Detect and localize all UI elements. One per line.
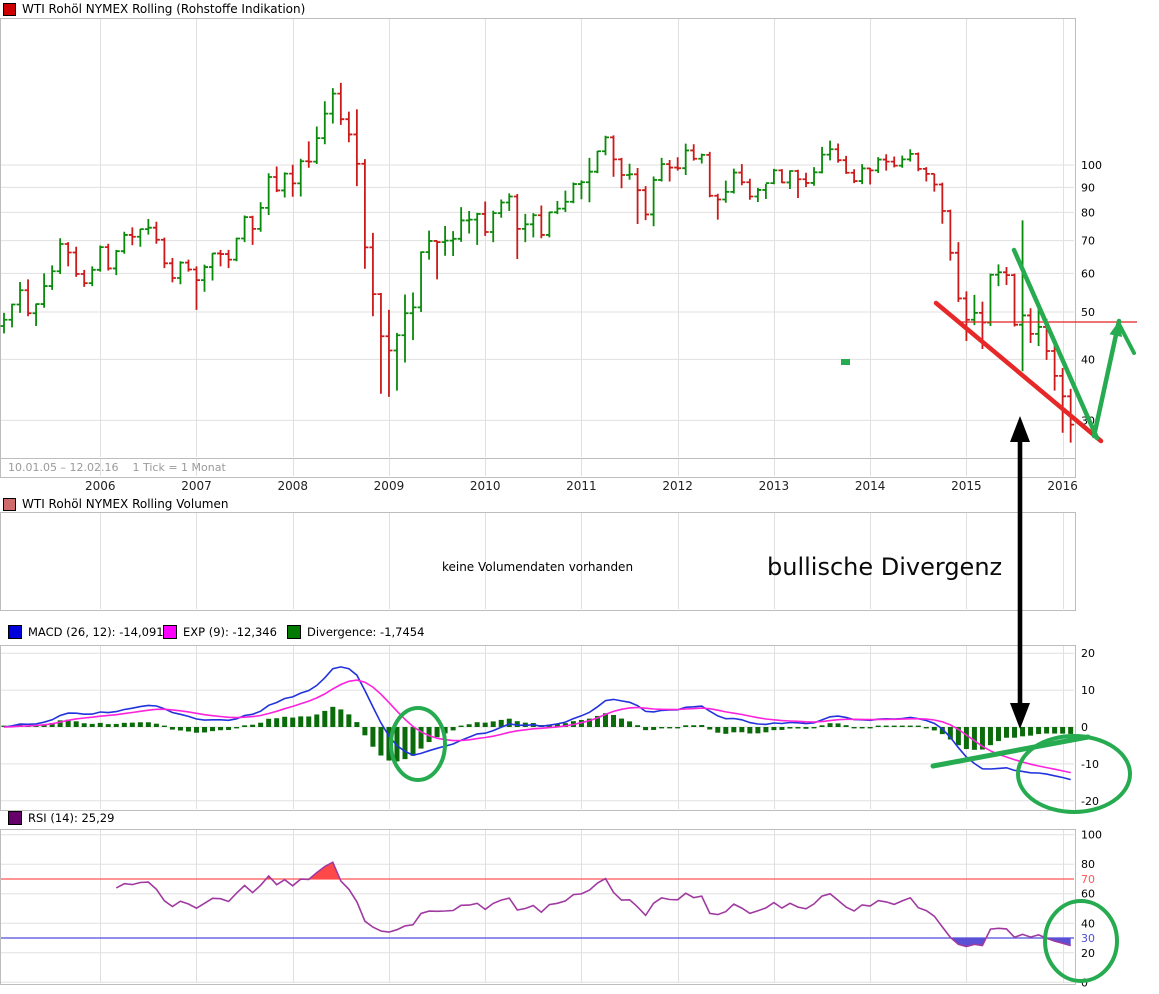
price-tick-label: 40	[1081, 353, 1095, 366]
price-panel	[1, 19, 1076, 459]
rsi-legend-label: RSI (14): 25,29	[28, 811, 114, 825]
bullish-divergence-label: bullische Divergenz	[767, 553, 1002, 581]
rsi-tick-label: 60	[1081, 888, 1095, 901]
price-tick-label: 70	[1081, 235, 1095, 248]
rsi-tick-label: 100	[1081, 829, 1102, 842]
chart-footer: 10.01.05 – 12.02.16 1 Tick = 1 Monat	[8, 461, 226, 474]
year-label: 2015	[951, 479, 982, 493]
rsi-series-swatch	[8, 811, 22, 825]
rsi-oversold-label: 30	[1081, 932, 1095, 945]
year-label: 2009	[374, 479, 405, 493]
rsi-tick-label: 40	[1081, 917, 1095, 930]
year-labels: 2006 2007 2008 2009 2010 2011 2012 2013 2014 2015…	[85, 479, 1078, 493]
volume-series-swatch	[3, 498, 16, 511]
year-label: 2006	[85, 479, 116, 493]
macd-tick-label: 0	[1081, 721, 1088, 734]
macd-tick-label: -20	[1081, 795, 1099, 808]
exp-legend-label: EXP (9): -12,346	[183, 625, 277, 639]
macd-series-swatch	[8, 625, 22, 639]
rsi-tick-label: 20	[1081, 947, 1095, 960]
price-green-dash-mark	[841, 359, 850, 365]
divergence-legend-label: Divergence: -1,7454	[307, 625, 424, 639]
exp-legend-item: EXP (9): -12,346	[163, 625, 277, 639]
divergence-legend-item: Divergence: -1,7454	[287, 625, 424, 639]
macd-tick-label: 10	[1081, 684, 1095, 697]
exp-series-swatch	[163, 625, 177, 639]
volume-chart-header: WTI Rohöl NYMEX Rolling Volumen	[3, 497, 228, 511]
year-label: 2013	[759, 479, 790, 493]
price-series-swatch	[3, 3, 16, 16]
price-chart-title: WTI Rohöl NYMEX Rolling (Rohstoffe Indik…	[22, 2, 305, 16]
year-label: 2007	[181, 479, 212, 493]
rsi-panel	[1, 830, 1076, 985]
macd-legend-item: MACD (26, 12): -14,091	[8, 625, 164, 639]
axis-tick-labels: 1009080706050403020100-10-20100806040200…	[1081, 159, 1102, 989]
chart-page: 1009080706050403020100-10-20100806040200…	[0, 0, 1159, 994]
macd-tick-label: -10	[1081, 758, 1099, 771]
year-label: 2014	[855, 479, 886, 493]
price-arrow-barb	[1119, 324, 1134, 353]
price-breakout-arrow-green	[1094, 321, 1122, 436]
year-label: 2011	[566, 479, 597, 493]
year-label: 2010	[470, 479, 501, 493]
year-label: 2016	[1047, 479, 1078, 493]
price-tick-label: 60	[1081, 267, 1095, 280]
rsi-legend-item: RSI (14): 25,29	[8, 811, 114, 825]
rsi-overbought-label: 70	[1081, 873, 1095, 886]
divergence-series-swatch	[287, 625, 301, 639]
price-tick-label: 50	[1081, 306, 1095, 319]
rsi-tick-label: 80	[1081, 858, 1095, 871]
price-tick-label: 80	[1081, 206, 1095, 219]
price-chart-header: WTI Rohöl NYMEX Rolling (Rohstoffe Indik…	[3, 2, 305, 16]
date-range-label: 10.01.05 – 12.02.16	[8, 461, 118, 474]
price-tick-label: 90	[1081, 181, 1095, 194]
macd-tick-label: 20	[1081, 647, 1095, 660]
year-label: 2012	[662, 479, 693, 493]
price-tick-label: 100	[1081, 159, 1102, 172]
year-label: 2008	[277, 479, 308, 493]
tick-interval-label: 1 Tick = 1 Monat	[132, 461, 225, 474]
volume-chart-title: WTI Rohöl NYMEX Rolling Volumen	[22, 497, 228, 511]
macd-legend-label: MACD (26, 12): -14,091	[28, 625, 164, 639]
